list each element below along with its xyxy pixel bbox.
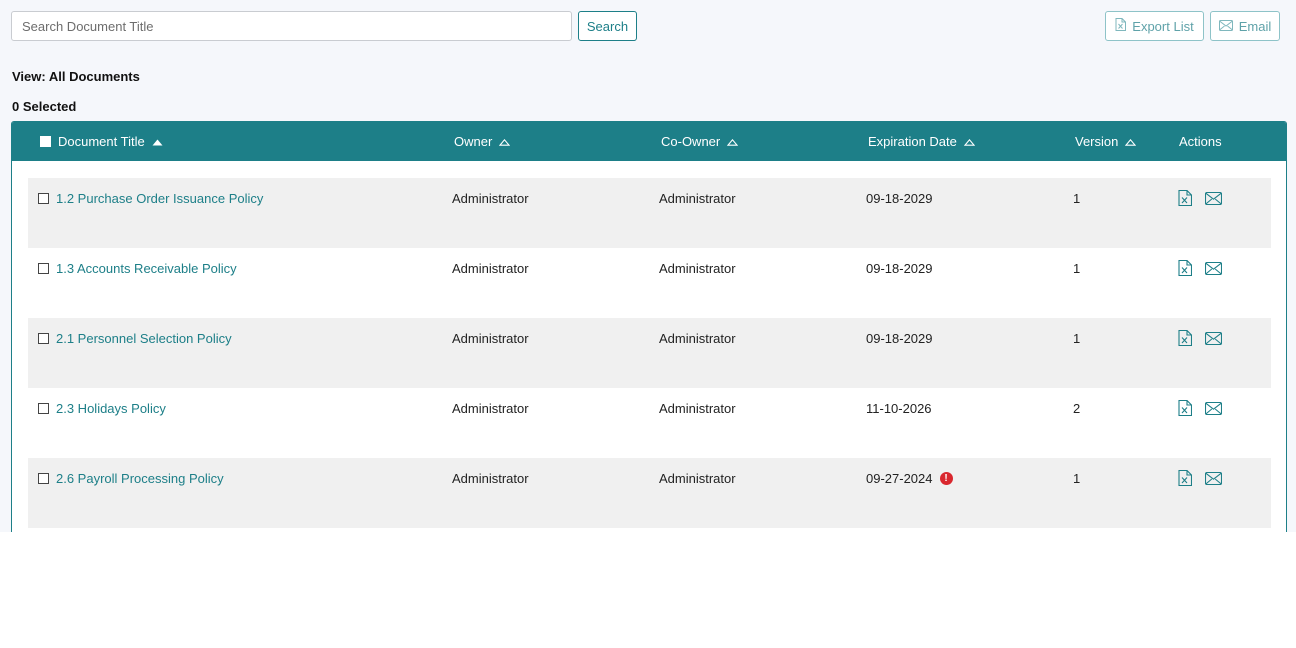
excel-export-icon[interactable] bbox=[1178, 260, 1192, 276]
header-co-owner[interactable]: Co-Owner bbox=[661, 122, 739, 161]
select-all-checkbox[interactable] bbox=[40, 136, 51, 147]
document-title-link[interactable]: 2.6 Payroll Processing Policy bbox=[56, 471, 224, 486]
document-list-page: Search Export List Email View: All Docum… bbox=[0, 0, 1296, 532]
search-input[interactable] bbox=[11, 11, 572, 41]
version-cell: 1 bbox=[1073, 260, 1081, 276]
row-checkbox[interactable] bbox=[38, 332, 49, 344]
owner-cell: Administrator bbox=[452, 260, 529, 276]
excel-icon bbox=[1115, 18, 1127, 34]
document-title-link[interactable]: 2.3 Holidays Policy bbox=[56, 401, 166, 416]
header-actions: Actions bbox=[1179, 122, 1222, 161]
document-title-link[interactable]: 2.1 Personnel Selection Policy bbox=[56, 331, 232, 346]
header-document-title-label: Document Title bbox=[58, 134, 145, 149]
co-owner-cell: Administrator bbox=[659, 190, 736, 206]
co-owner-cell: Administrator bbox=[659, 330, 736, 346]
co-owner-cell: Administrator bbox=[659, 260, 736, 276]
excel-export-icon[interactable] bbox=[1178, 330, 1192, 346]
table-row: 1.2 Purchase Order Issuance Policy Admin… bbox=[28, 178, 1271, 248]
email-button[interactable]: Email bbox=[1210, 11, 1280, 41]
table-row: 2.1 Personnel Selection Policy Administr… bbox=[28, 318, 1271, 388]
sort-ascending-icon bbox=[152, 134, 163, 149]
header-document-title[interactable]: Document Title bbox=[40, 122, 163, 161]
documents-table: Document Title Owner Co-Owner Expiration… bbox=[11, 121, 1287, 532]
row-checkbox[interactable] bbox=[38, 472, 49, 484]
header-version-label: Version bbox=[1075, 134, 1119, 149]
view-label: View: All Documents bbox=[12, 69, 140, 84]
owner-cell: Administrator bbox=[452, 400, 529, 416]
search-button-label: Search bbox=[586, 18, 629, 34]
header-owner[interactable]: Owner bbox=[454, 122, 511, 161]
row-checkbox[interactable] bbox=[38, 402, 49, 414]
export-list-button[interactable]: Export List bbox=[1105, 11, 1204, 41]
expiration-date-cell: 09-18-2029 bbox=[866, 190, 933, 206]
version-cell: 1 bbox=[1073, 330, 1081, 346]
envelope-icon bbox=[1218, 19, 1233, 34]
email-envelope-icon[interactable] bbox=[1205, 401, 1222, 415]
expiration-date-cell: 09-18-2029 bbox=[866, 330, 933, 346]
export-list-label: Export List bbox=[1132, 18, 1194, 34]
email-envelope-icon[interactable] bbox=[1205, 471, 1222, 485]
header-expiration-date-label: Expiration Date bbox=[868, 134, 957, 149]
email-label: Email bbox=[1238, 18, 1272, 34]
expired-warning-icon: ! bbox=[939, 471, 953, 485]
owner-cell: Administrator bbox=[452, 470, 529, 486]
header-owner-label: Owner bbox=[454, 134, 493, 149]
sort-icon bbox=[727, 134, 739, 149]
document-title-link[interactable]: 1.3 Accounts Receivable Policy bbox=[56, 261, 237, 276]
sort-icon bbox=[499, 134, 511, 149]
search-button[interactable]: Search bbox=[578, 11, 637, 41]
sort-icon bbox=[1125, 134, 1137, 149]
owner-cell: Administrator bbox=[452, 190, 529, 206]
table-header: Document Title Owner Co-Owner Expiration… bbox=[12, 122, 1286, 161]
version-cell: 1 bbox=[1073, 190, 1081, 206]
row-checkbox[interactable] bbox=[38, 192, 49, 204]
header-expiration-date[interactable]: Expiration Date bbox=[868, 122, 976, 161]
expiration-date-cell: 11-10-2026 bbox=[866, 400, 932, 416]
table-row: 1.3 Accounts Receivable Policy Administr… bbox=[28, 248, 1271, 318]
email-envelope-icon[interactable] bbox=[1205, 331, 1222, 345]
table-row: 2.6 Payroll Processing Policy Administra… bbox=[28, 458, 1271, 528]
co-owner-cell: Administrator bbox=[659, 400, 736, 416]
version-cell: 1 bbox=[1073, 470, 1081, 486]
document-title-link[interactable]: 1.2 Purchase Order Issuance Policy bbox=[56, 191, 263, 206]
selected-count: 0 Selected bbox=[12, 99, 77, 114]
table-row: 2.3 Holidays Policy Administrator Admini… bbox=[28, 388, 1271, 458]
version-cell: 2 bbox=[1073, 400, 1081, 416]
excel-export-icon[interactable] bbox=[1178, 400, 1192, 416]
owner-cell: Administrator bbox=[452, 330, 529, 346]
row-checkbox[interactable] bbox=[38, 262, 49, 274]
excel-export-icon[interactable] bbox=[1178, 470, 1192, 486]
header-co-owner-label: Co-Owner bbox=[661, 134, 721, 149]
header-actions-label: Actions bbox=[1179, 134, 1222, 149]
sort-icon bbox=[963, 134, 976, 149]
excel-export-icon[interactable] bbox=[1178, 190, 1192, 206]
email-envelope-icon[interactable] bbox=[1205, 261, 1222, 275]
email-envelope-icon[interactable] bbox=[1205, 191, 1222, 205]
co-owner-cell: Administrator bbox=[659, 470, 736, 486]
expiration-date-cell: 09-27-2024 bbox=[866, 470, 933, 486]
header-version[interactable]: Version bbox=[1075, 122, 1137, 161]
expiration-date-cell: 09-18-2029 bbox=[866, 260, 933, 276]
